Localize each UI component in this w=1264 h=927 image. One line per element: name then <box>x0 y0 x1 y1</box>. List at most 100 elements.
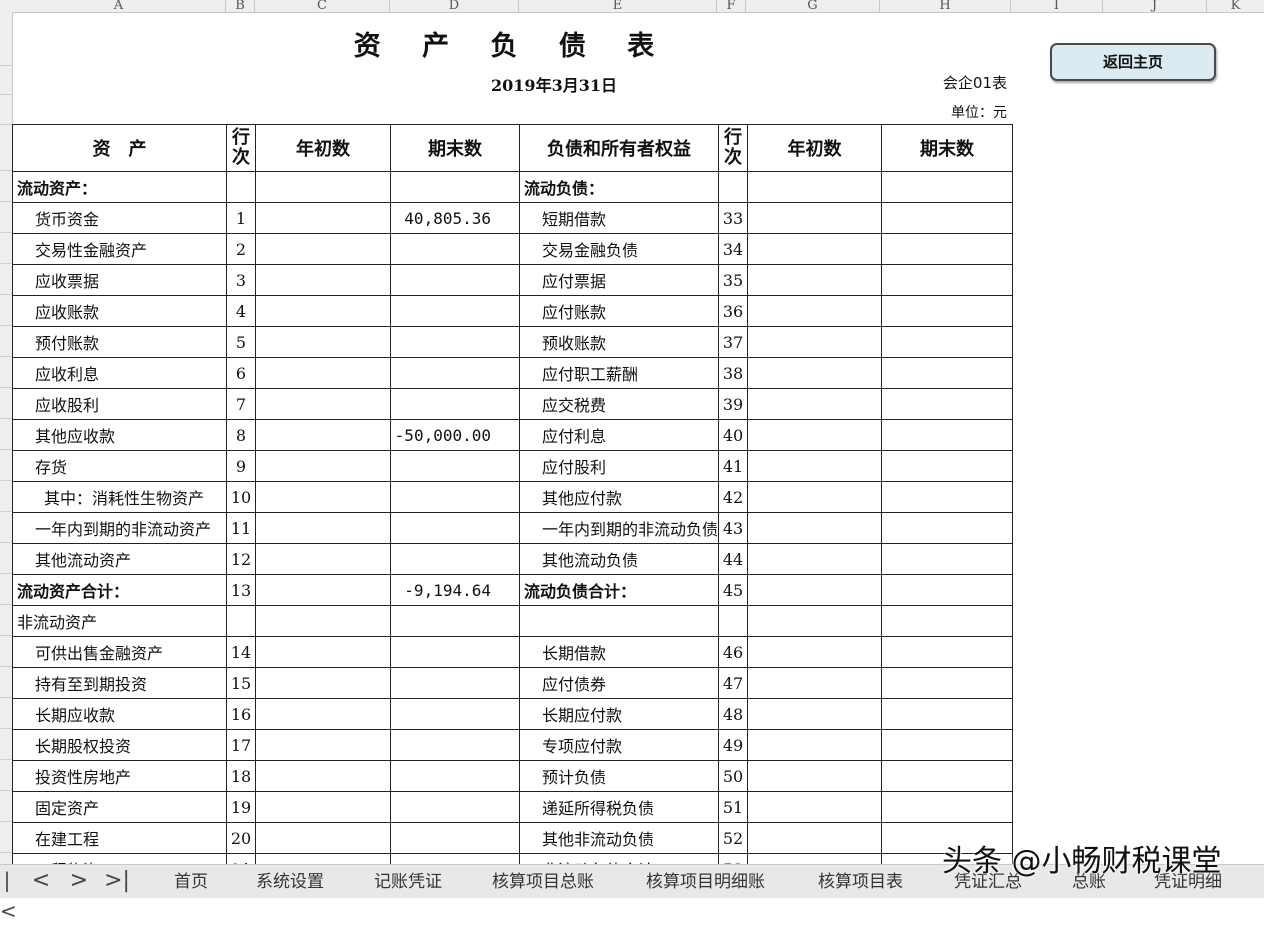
liability-cell[interactable]: 递延所得税负债 <box>518 791 720 823</box>
asset-cell[interactable]: 应收票据 <box>12 264 227 296</box>
column-header-b[interactable]: B <box>226 0 255 12</box>
column-header-j[interactable]: J <box>1103 0 1207 12</box>
begin-balance-cell-2[interactable] <box>747 760 883 792</box>
header-line-no-2[interactable]: 行次 <box>718 124 749 172</box>
header-end-balance-2[interactable]: 期末数 <box>881 124 1014 172</box>
end-balance-cell-2[interactable] <box>881 295 1014 327</box>
line-no-cell-2[interactable]: 43 <box>718 512 749 544</box>
end-balance-cell[interactable] <box>390 171 520 203</box>
asset-cell[interactable]: 可供出售金融资产 <box>12 636 227 668</box>
begin-balance-cell-2[interactable] <box>747 264 883 296</box>
end-balance-cell-2[interactable] <box>881 171 1014 203</box>
header-begin-balance[interactable]: 年初数 <box>255 124 391 172</box>
first-sheet-button[interactable]: |< <box>0 865 17 923</box>
asset-cell[interactable]: 交易性金融资产 <box>12 233 227 265</box>
end-balance-cell[interactable] <box>390 667 520 699</box>
line-no-cell-2[interactable]: 38 <box>718 357 749 389</box>
column-header-d[interactable]: D <box>390 0 519 12</box>
line-no-cell[interactable]: 8 <box>226 419 256 451</box>
begin-balance-cell-2[interactable] <box>747 791 883 823</box>
begin-balance-cell-2[interactable] <box>747 388 883 420</box>
begin-balance-cell-2[interactable] <box>747 419 883 451</box>
liability-cell[interactable]: 长期应付款 <box>518 698 720 730</box>
begin-balance-cell[interactable] <box>255 202 391 234</box>
line-no-cell-2[interactable]: 49 <box>718 729 749 761</box>
line-no-cell-2[interactable]: 34 <box>718 233 749 265</box>
liability-cell[interactable] <box>518 605 720 637</box>
header-end-balance[interactable]: 期末数 <box>390 124 520 172</box>
end-balance-cell-2[interactable] <box>881 450 1014 482</box>
liability-cell[interactable]: 短期借款 <box>518 202 720 234</box>
line-no-cell[interactable]: 6 <box>226 357 256 389</box>
begin-balance-cell[interactable] <box>255 729 391 761</box>
asset-cell[interactable]: 流动资产： <box>12 171 227 203</box>
line-no-cell[interactable]: 11 <box>226 512 256 544</box>
column-header-k[interactable]: K <box>1207 0 1264 12</box>
begin-balance-cell[interactable] <box>255 481 391 513</box>
line-no-cell[interactable]: 16 <box>226 698 256 730</box>
asset-cell[interactable]: 其他流动资产 <box>12 543 227 575</box>
begin-balance-cell-2[interactable] <box>747 450 883 482</box>
begin-balance-cell-2[interactable] <box>747 729 883 761</box>
end-balance-cell[interactable] <box>390 264 520 296</box>
line-no-cell-2[interactable]: 48 <box>718 698 749 730</box>
end-balance-cell-2[interactable] <box>881 357 1014 389</box>
begin-balance-cell-2[interactable] <box>747 543 883 575</box>
end-balance-cell-2[interactable] <box>881 698 1014 730</box>
end-balance-cell[interactable] <box>390 512 520 544</box>
end-balance-cell[interactable]: -9,194.64 <box>390 574 520 606</box>
column-header-g[interactable]: G <box>746 0 880 12</box>
end-balance-cell-2[interactable] <box>881 760 1014 792</box>
liability-cell[interactable]: 流动负债： <box>518 171 720 203</box>
liability-cell[interactable]: 交易金融负债 <box>518 233 720 265</box>
begin-balance-cell[interactable] <box>255 667 391 699</box>
end-balance-cell[interactable] <box>390 326 520 358</box>
sheet-tab-voucher[interactable]: 记账凭证 <box>374 865 442 898</box>
end-balance-cell-2[interactable] <box>881 481 1014 513</box>
column-header-c[interactable]: C <box>255 0 390 12</box>
line-no-cell-2[interactable] <box>718 605 749 637</box>
liability-cell[interactable]: 流动负债合计： <box>518 574 720 606</box>
begin-balance-cell-2[interactable] <box>747 233 883 265</box>
end-balance-cell-2[interactable] <box>881 419 1014 451</box>
end-balance-cell-2[interactable] <box>881 233 1014 265</box>
end-balance-cell-2[interactable] <box>881 605 1014 637</box>
end-balance-cell[interactable] <box>390 388 520 420</box>
header-asset[interactable]: 资 产 <box>12 124 227 172</box>
end-balance-cell[interactable] <box>390 636 520 668</box>
begin-balance-cell[interactable] <box>255 357 391 389</box>
asset-cell[interactable]: 存货 <box>12 450 227 482</box>
line-no-cell[interactable]: 17 <box>226 729 256 761</box>
begin-balance-cell[interactable] <box>255 543 391 575</box>
line-no-cell[interactable]: 2 <box>226 233 256 265</box>
line-no-cell-2[interactable]: 52 <box>718 822 749 854</box>
liability-cell[interactable]: 专项应付款 <box>518 729 720 761</box>
line-no-cell-2[interactable]: 47 <box>718 667 749 699</box>
line-no-cell-2[interactable]: 45 <box>718 574 749 606</box>
line-no-cell[interactable]: 5 <box>226 326 256 358</box>
line-no-cell-2[interactable]: 36 <box>718 295 749 327</box>
line-no-cell[interactable] <box>226 605 256 637</box>
line-no-cell[interactable]: 19 <box>226 791 256 823</box>
begin-balance-cell[interactable] <box>255 326 391 358</box>
line-no-cell[interactable]: 9 <box>226 450 256 482</box>
liability-cell[interactable]: 应付职工薪酬 <box>518 357 720 389</box>
begin-balance-cell[interactable] <box>255 295 391 327</box>
end-balance-cell[interactable]: 40,805.36 <box>390 202 520 234</box>
begin-balance-cell-2[interactable] <box>747 605 883 637</box>
asset-cell[interactable]: 其中：消耗性生物资产 <box>12 481 227 513</box>
previous-sheet-button[interactable]: < <box>26 865 56 898</box>
column-header-a[interactable]: A <box>12 0 226 12</box>
column-header-f[interactable]: F <box>717 0 746 12</box>
begin-balance-cell[interactable] <box>255 822 391 854</box>
asset-cell[interactable]: 应收利息 <box>12 357 227 389</box>
line-no-cell-2[interactable]: 50 <box>718 760 749 792</box>
begin-balance-cell[interactable] <box>255 636 391 668</box>
begin-balance-cell[interactable] <box>255 419 391 451</box>
begin-balance-cell-2[interactable] <box>747 326 883 358</box>
liability-cell[interactable]: 其他非流动负债 <box>518 822 720 854</box>
sheet-tab-item-detail[interactable]: 核算项目明细账 <box>646 865 765 898</box>
begin-balance-cell-2[interactable] <box>747 171 883 203</box>
line-no-cell[interactable]: 3 <box>226 264 256 296</box>
line-no-cell[interactable]: 13 <box>226 574 256 606</box>
